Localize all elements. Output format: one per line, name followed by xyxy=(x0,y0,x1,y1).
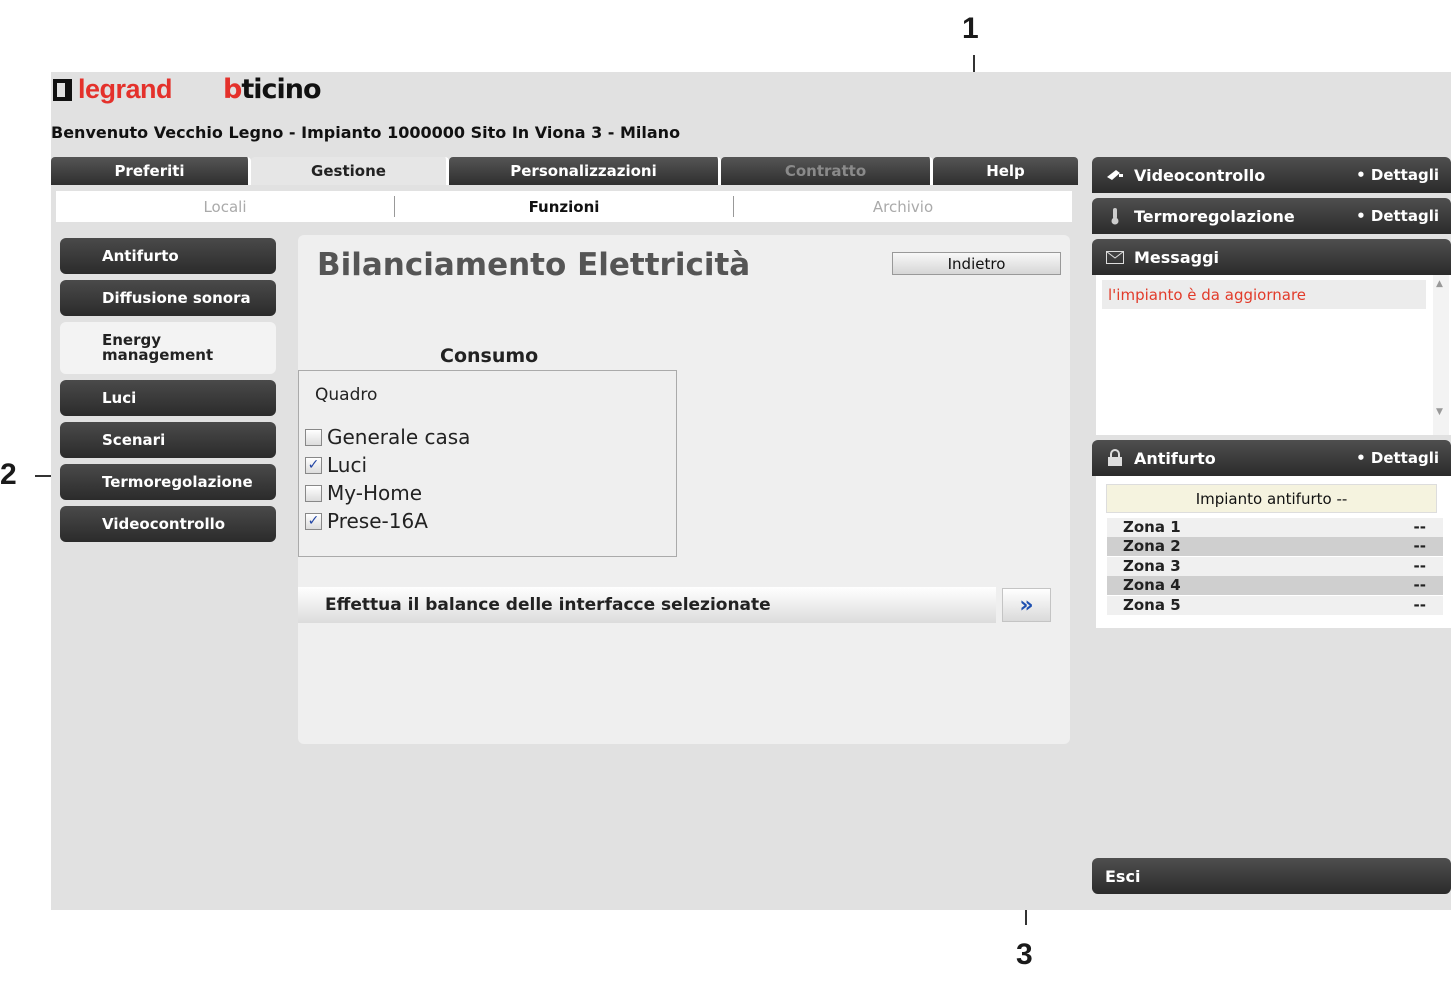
quadro-label: Quadro xyxy=(315,385,378,405)
menu-item-luci[interactable]: Luci xyxy=(60,380,276,416)
tab-gestione[interactable]: Gestione xyxy=(251,157,449,185)
exit-button[interactable]: Esci xyxy=(1092,858,1451,894)
checkbox-my-home[interactable] xyxy=(305,484,322,502)
checkbox-row-my-home: My-Home xyxy=(305,479,470,507)
app-window: legrand bticino Benvenuto Vecchio Legno … xyxy=(51,72,1451,910)
quadro-box: Quadro Generale casa ✓ Luci My-Home ✓ Pr… xyxy=(298,370,677,557)
alarm-status: Impianto antifurto -- xyxy=(1106,484,1437,513)
welcome-text: Benvenuto Vecchio Legno - Impianto 10000… xyxy=(51,123,681,142)
functions-menu: Antifurto Diffusione sonora Energy manag… xyxy=(60,238,276,548)
scroll-down-icon[interactable]: ▼ xyxy=(1436,407,1443,417)
termoregolazione-details-link[interactable]: • Dettagli xyxy=(1356,207,1451,225)
consumo-heading: Consumo xyxy=(440,345,539,367)
zone-row: Zona 5 -- xyxy=(1107,596,1443,615)
menu-item-energy-management[interactable]: Energy management xyxy=(60,322,276,374)
antifurto-details-link[interactable]: • Dettagli xyxy=(1356,449,1451,467)
widget-termoregolazione-header[interactable]: Termoregolazione • Dettagli xyxy=(1092,198,1451,234)
legrand-logo: legrand xyxy=(53,74,173,105)
legrand-wordmark: legrand xyxy=(78,74,173,104)
tab-personalizzazioni[interactable]: Personalizzazioni xyxy=(449,157,721,185)
screenshot-stage: 1 2 3 legrand bticino Benvenuto Vecchio … xyxy=(0,0,1451,983)
camera-icon xyxy=(1105,166,1125,184)
checkbox-row-prese-16a: ✓ Prese-16A xyxy=(305,507,470,535)
sub-tabs: Locali Funzioni Archivio xyxy=(56,191,1072,222)
callout-1: 1 xyxy=(962,12,979,45)
widget-antifurto-header[interactable]: Antifurto • Dettagli xyxy=(1092,440,1451,476)
zone-row: Zona 2 -- xyxy=(1107,537,1443,556)
balance-go-button[interactable]: » xyxy=(1002,588,1051,622)
envelope-icon xyxy=(1105,248,1125,266)
menu-item-videocontrollo[interactable]: Videocontrollo xyxy=(60,506,276,542)
widget-messaggi-header: Messaggi xyxy=(1092,239,1451,275)
tab-help[interactable]: Help xyxy=(933,157,1078,185)
menu-item-termoregolazione[interactable]: Termoregolazione xyxy=(60,464,276,500)
lock-icon xyxy=(1105,449,1125,467)
scroll-up-icon[interactable]: ▲ xyxy=(1436,279,1443,289)
videocontrollo-details-link[interactable]: • Dettagli xyxy=(1356,166,1451,184)
legrand-mark-icon xyxy=(53,78,72,101)
content-panel: Bilanciamento Elettricità Indietro Consu… xyxy=(298,235,1070,744)
tab-contratto[interactable]: Contratto xyxy=(721,157,933,185)
tab-preferiti[interactable]: Preferiti xyxy=(51,157,251,185)
zone-row: Zona 4 -- xyxy=(1107,576,1443,595)
messages-scrollbar[interactable]: ▲ ▼ xyxy=(1433,275,1449,435)
message-item[interactable]: l'impianto è da aggiornare xyxy=(1102,280,1426,309)
page-title: Bilanciamento Elettricità xyxy=(317,247,751,283)
bticino-logo: bticino xyxy=(223,74,322,105)
zone-row: Zona 1 -- xyxy=(1107,518,1443,537)
back-button[interactable]: Indietro xyxy=(892,252,1061,275)
balance-label: Effettua il balance delle interfacce sel… xyxy=(298,587,996,623)
menu-item-scenari[interactable]: Scenari xyxy=(60,422,276,458)
callout-3: 3 xyxy=(1016,938,1033,971)
alarm-panel: Impianto antifurto -- Zona 1 -- Zona 2 -- … xyxy=(1096,476,1451,628)
subtab-funzioni[interactable]: Funzioni xyxy=(395,196,734,217)
interface-checkbox-list: Generale casa ✓ Luci My-Home ✓ Prese-16A xyxy=(305,423,470,535)
widget-videocontrollo-header[interactable]: Videocontrollo • Dettagli xyxy=(1092,157,1451,193)
messages-list: l'impianto è da aggiornare ▲ ▼ xyxy=(1096,275,1451,435)
subtab-locali[interactable]: Locali xyxy=(56,196,395,217)
menu-item-diffusione-sonora[interactable]: Diffusione sonora xyxy=(60,280,276,316)
checkbox-row-generale-casa: Generale casa xyxy=(305,423,470,451)
checkbox-luci[interactable]: ✓ xyxy=(305,456,322,474)
checkbox-row-luci: ✓ Luci xyxy=(305,451,470,479)
checkbox-generale-casa[interactable] xyxy=(305,428,322,446)
thermometer-icon xyxy=(1105,207,1125,225)
menu-item-antifurto[interactable]: Antifurto xyxy=(60,238,276,274)
main-tabs: Preferiti Gestione Personalizzazioni Con… xyxy=(51,157,1078,185)
callout-2: 2 xyxy=(0,458,17,491)
subtab-archivio[interactable]: Archivio xyxy=(734,196,1072,217)
checkbox-prese-16a[interactable]: ✓ xyxy=(305,512,322,530)
zone-row: Zona 3 -- xyxy=(1107,557,1443,576)
